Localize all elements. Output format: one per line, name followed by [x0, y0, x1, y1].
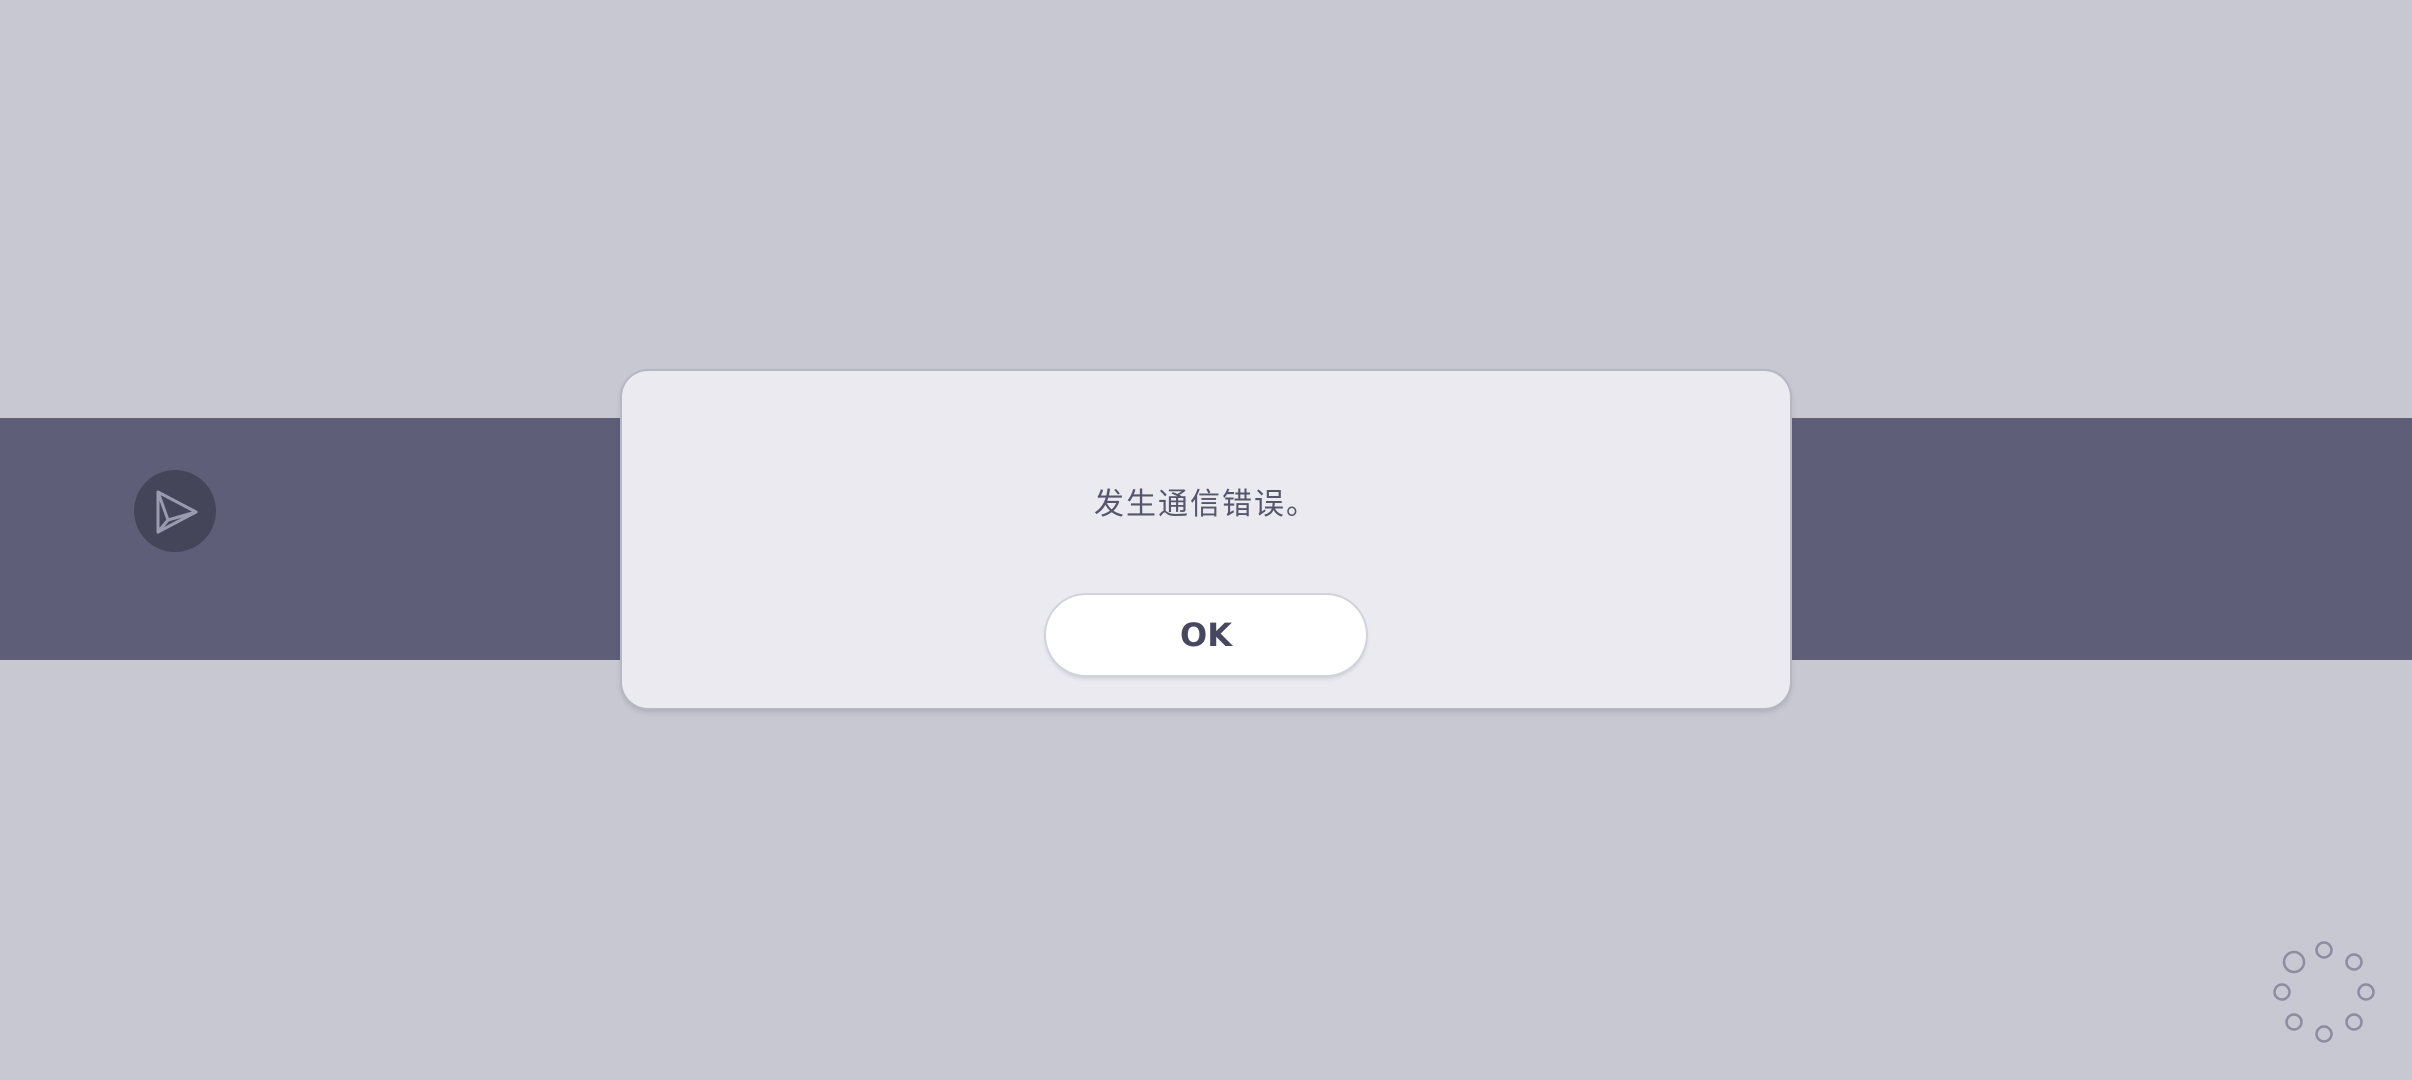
- screen: 发生通信错误。 OK: [0, 0, 2412, 1080]
- send-button[interactable]: [134, 470, 216, 552]
- ok-button[interactable]: OK: [1046, 595, 1366, 675]
- error-message: 发生通信错误。: [1094, 487, 1318, 522]
- paper-plane-icon: [156, 490, 198, 534]
- error-dialog: 发生通信错误。 OK: [622, 371, 1790, 708]
- loading-spinner-icon: [2273, 941, 2375, 1043]
